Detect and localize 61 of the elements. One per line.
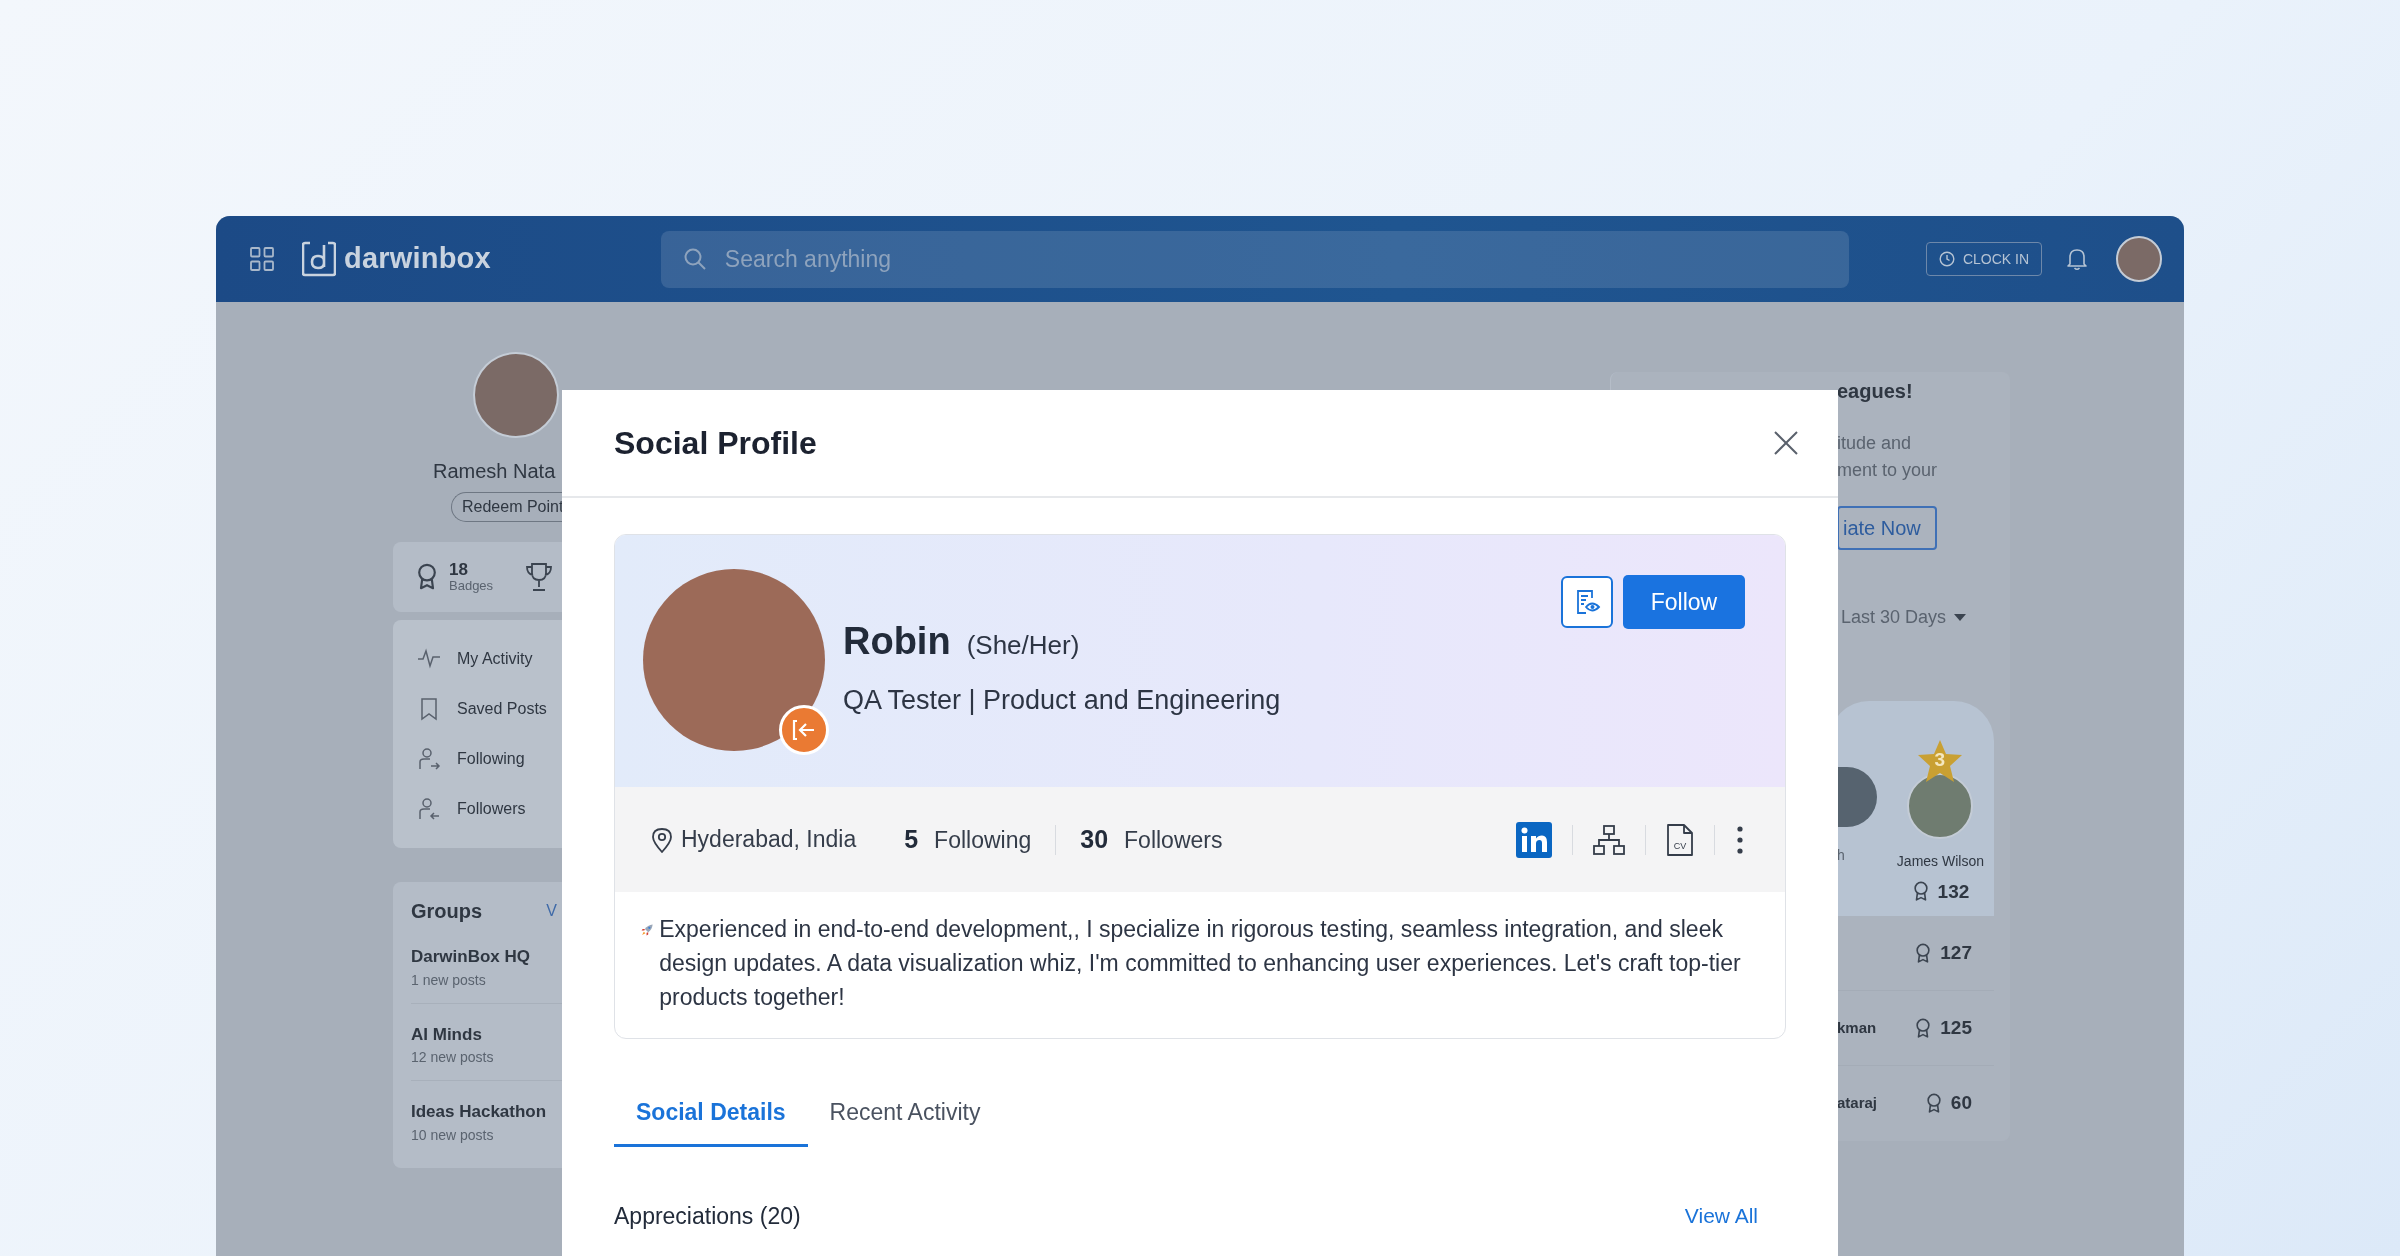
leader-name: h (1837, 846, 1846, 865)
group-meta: 1 new posts (411, 970, 487, 990)
sidebar-item[interactable]: My Activity (417, 634, 583, 684)
logo-text: darwinbox (344, 241, 491, 277)
linkedin-icon[interactable] (1516, 821, 1552, 858)
section-title: Appreciations (20) (614, 1201, 801, 1231)
bio-text: Experienced in end-to-end development,, I specialize in rigorous testing, seamless integration, and sleek design updates. A data visualization whiz, I'm committed to enhancing user experiences. Let's craft top-tier products together! (659, 915, 1742, 1012)
sidebar-item[interactable]: Following (417, 734, 583, 784)
org-chart-icon[interactable] (1593, 823, 1625, 856)
leader-name: kman (1837, 1017, 1877, 1038)
dialog-title: Social Profile (614, 423, 817, 463)
points: 125 (1940, 1015, 1972, 1040)
leader-name: ataraj (1837, 1093, 1878, 1114)
search-icon (682, 247, 707, 271)
location-text: Hyderabad, India (681, 825, 857, 855)
follow-button[interactable]: Follow (1623, 575, 1745, 629)
person-arrow-icon (417, 747, 441, 771)
ribbon-icon (1924, 1093, 1943, 1114)
panel-text: ment to your (1837, 459, 1939, 482)
section-title: Groups (411, 899, 483, 924)
ribbon-icon (1911, 881, 1930, 903)
points: 127 (1940, 940, 1972, 965)
exit-arrow-icon (791, 719, 817, 741)
sidebar-item[interactable]: Saved Posts (417, 684, 583, 734)
job-title: QA Tester | Product and Engineering (843, 684, 1281, 717)
group-meta: 10 new posts (411, 1125, 495, 1145)
panel-text: itude and (1837, 432, 1913, 455)
ribbon-icon (1914, 1017, 1933, 1039)
user-name: Ramesh Nata (433, 459, 557, 484)
badge-label: Badges (449, 579, 494, 594)
tab[interactable]: Social Details (614, 1083, 808, 1147)
points: 60 (1950, 1091, 1972, 1116)
tab[interactable]: Recent Activity (807, 1083, 1003, 1147)
group-meta: 12 new posts (411, 1048, 495, 1067)
badge-count: 18 (449, 560, 469, 580)
close-icon (1773, 430, 1799, 456)
following-link[interactable]: 5 Following (904, 820, 1032, 859)
clock-in-button[interactable]: CLOCK IN (1925, 242, 2042, 276)
ribbon-icon (415, 563, 439, 591)
rank-number: 3 (1934, 749, 1945, 769)
leader-name: James Wilson (1896, 851, 1984, 871)
bell-icon[interactable] (2066, 247, 2088, 271)
trophy-icon (525, 562, 554, 592)
profile-name: Robin (843, 619, 951, 664)
user-avatar[interactable] (2116, 236, 2162, 282)
clock-icon (1938, 251, 1955, 267)
points: 132 (1937, 879, 1970, 904)
followers-link[interactable]: 30 Followers (1080, 820, 1223, 859)
pronouns: (She/Her) (966, 629, 1080, 662)
person-arrow-icon (417, 797, 441, 821)
view-profile-button[interactable] (1561, 576, 1613, 628)
avatar (1837, 767, 1877, 827)
ribbon-icon (1914, 942, 1933, 964)
grid-menu-icon[interactable] (250, 247, 274, 271)
caret-icon (1954, 613, 1967, 622)
logo-icon (302, 241, 336, 277)
panel-title: eagues! (1837, 379, 1914, 404)
view-all-link[interactable]: View All (1684, 1200, 1758, 1232)
location-pin-icon (651, 826, 673, 853)
sidebar-item[interactable]: Followers (417, 784, 583, 834)
more-options-icon[interactable] (1735, 824, 1745, 855)
